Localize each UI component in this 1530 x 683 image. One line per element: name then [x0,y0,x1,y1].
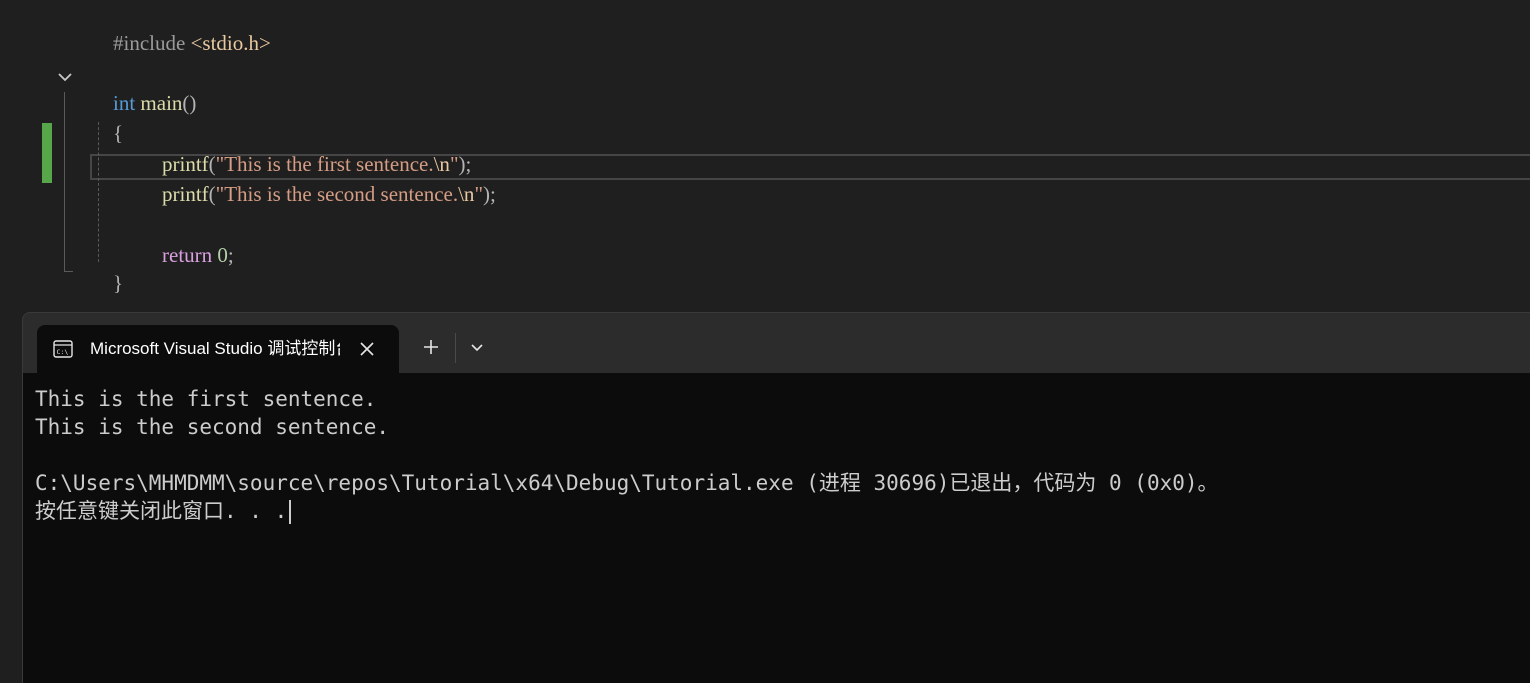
statement-end: ); [483,182,496,206]
paren-open: ( [208,182,216,206]
text-cursor [289,500,292,524]
code-editor[interactable]: #include <stdio.h> int main() { printf("… [0,0,1530,312]
console-line: C:\Users\MHMDMM\source\repos\Tutorial\x6… [35,471,1219,495]
code-line-main[interactable]: int main() [92,64,196,115]
string-literal: "This is the second sentence. [215,182,459,206]
code-line-return[interactable]: return 0; [141,216,234,267]
close-brace: } [113,271,124,295]
include-directive: #include [113,31,186,55]
close-icon[interactable] [355,337,379,361]
plus-icon[interactable] [419,335,443,359]
debug-console-window[interactable]: C:\ Microsoft Visual Studio 调试控制台 This i… [22,312,1530,683]
code-line-open-brace[interactable]: { [92,94,123,145]
tab-title: Microsoft Visual Studio 调试控制台 [90,339,340,358]
printf-call: printf [162,182,209,206]
fold-guide-end [64,271,73,272]
code-line-printf-1[interactable]: printf("This is the first sentence.\n"); [141,125,471,176]
tab-separator [455,333,456,363]
fold-guide-line [64,92,65,272]
string-close-quote: " [474,182,484,206]
code-line-include[interactable]: #include <stdio.h> [92,4,271,55]
console-output-area[interactable]: This is the first sentence. This is the … [23,373,1530,683]
chevron-down-icon[interactable] [465,335,489,359]
return-keyword: return [162,243,213,267]
escape-sequence: \n [458,182,475,206]
code-line-printf-2[interactable]: printf("This is the second sentence.\n")… [141,155,496,206]
console-tab[interactable]: C:\ Microsoft Visual Studio 调试控制台 [37,325,399,373]
console-prompt-line: 按任意键关闭此窗口. . . [35,497,292,525]
console-line: This is the first sentence. [35,387,377,411]
open-brace: { [113,121,124,145]
console-prompt-text: 按任意键关闭此窗口. . . [35,499,288,523]
include-header: <stdio.h> [190,31,271,55]
fold-chevron-icon[interactable] [56,68,74,86]
svg-text:C:\: C:\ [57,348,69,356]
main-parens: () [182,91,197,115]
statement-end: ; [227,243,234,267]
code-line-close-brace[interactable]: } [92,244,123,295]
console-icon: C:\ [53,340,73,358]
change-marker-bar [42,123,52,183]
main-function-name: main [140,91,183,115]
console-line: This is the second sentence. [35,415,390,439]
return-value: 0 [217,243,228,267]
